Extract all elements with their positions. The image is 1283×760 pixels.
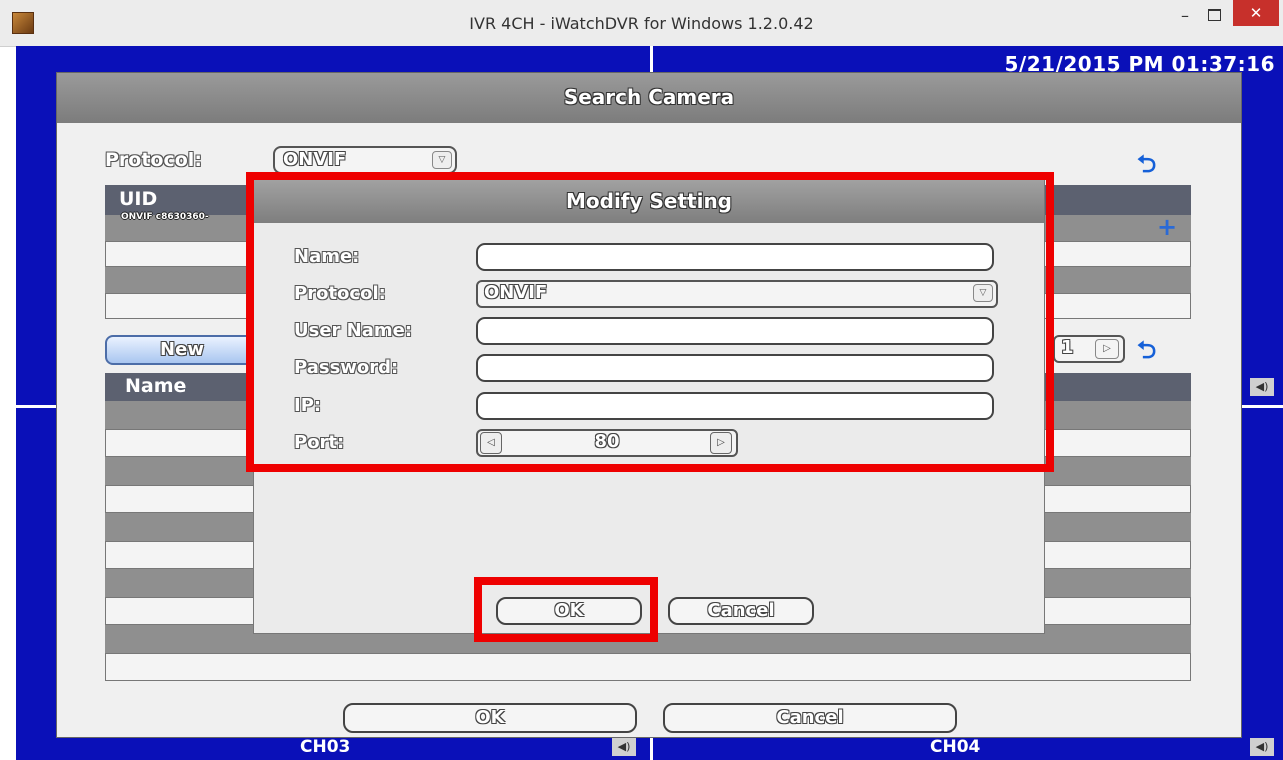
- channel-label-ch04: CH04: [930, 737, 981, 757]
- new-button-label: New: [160, 339, 204, 360]
- modify-cancel-button[interactable]: Cancel: [668, 597, 814, 625]
- search-cancel-button[interactable]: Cancel: [663, 703, 957, 733]
- highlight-modify-form: [246, 172, 1054, 472]
- maximize-button[interactable]: [1204, 6, 1226, 28]
- add-icon[interactable]: +: [1157, 215, 1177, 239]
- speaker-icon[interactable]: ◀): [612, 738, 636, 756]
- search-camera-title: Search Camera: [563, 85, 735, 109]
- search-camera-header: Search Camera: [57, 73, 1241, 123]
- search-ok-label: OK: [475, 707, 505, 728]
- highlight-ok-button: [474, 577, 658, 642]
- table-row[interactable]: [105, 653, 1191, 681]
- page-selector[interactable]: 1 ▷: [1053, 335, 1125, 363]
- window-title: IVR 4CH - iWatchDVR for Windows 1.2.0.42: [469, 14, 814, 33]
- minimize-button[interactable]: –: [1174, 8, 1196, 30]
- channel-label-ch03: CH03: [300, 737, 351, 757]
- modify-cancel-label: Cancel: [707, 600, 775, 621]
- uid-cell: ONVIF c8630360-: [121, 212, 209, 222]
- chevron-right-icon[interactable]: ▷: [1095, 339, 1119, 359]
- protocol-label: Protocol:: [105, 149, 202, 171]
- new-button[interactable]: New: [105, 335, 259, 365]
- uid-column-header: UID: [119, 188, 158, 210]
- maximize-icon: [1208, 9, 1221, 21]
- page-number: 1: [1061, 337, 1074, 358]
- name-column-header: Name: [125, 375, 187, 397]
- back-arrow-icon[interactable]: ⮌: [1137, 333, 1173, 364]
- speaker-icon[interactable]: ◀): [1250, 738, 1274, 756]
- back-arrow-icon[interactable]: ⮌: [1137, 147, 1173, 178]
- protocol-select-value: ONVIF: [283, 149, 347, 170]
- chevron-down-icon: ▽: [432, 151, 452, 169]
- window-titlebar: IVR 4CH - iWatchDVR for Windows 1.2.0.42…: [0, 0, 1283, 47]
- search-cancel-label: Cancel: [776, 707, 844, 728]
- close-button[interactable]: ✕: [1233, 0, 1279, 26]
- protocol-select[interactable]: ONVIF ▽: [273, 146, 457, 174]
- search-ok-button[interactable]: OK: [343, 703, 637, 733]
- speaker-icon[interactable]: ◀): [1250, 378, 1274, 396]
